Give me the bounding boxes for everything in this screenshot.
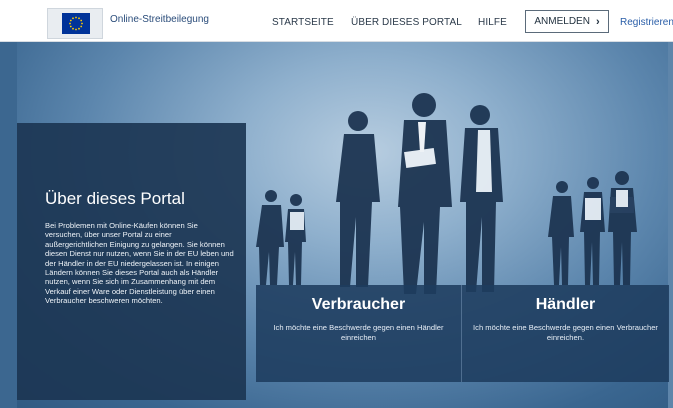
consumer-description: Ich möchte eine Beschwerde gegen einen H…	[273, 323, 444, 342]
eu-logo[interactable]	[47, 8, 103, 39]
top-header: Online-Streitbeilegung STARTSEITE ÜBER D…	[0, 0, 673, 42]
page: Online-Streitbeilegung STARTSEITE ÜBER D…	[0, 0, 673, 408]
about-title: Über dieses Portal	[45, 189, 185, 208]
register-link[interactable]: Registrieren	[620, 17, 673, 28]
nav-about-portal[interactable]: ÜBER DIESES PORTAL	[351, 17, 462, 28]
login-label: ANMELDEN	[534, 16, 590, 27]
eu-flag-icon	[62, 13, 90, 34]
consumer-title: Verbraucher	[311, 296, 406, 313]
about-portal-panel: Über dieses Portal Bei Problemen mit Onl…	[17, 123, 246, 400]
trader-title: Händler	[535, 296, 596, 313]
trader-description: Ich möchte eine Beschwerde gegen einen V…	[473, 323, 658, 342]
chevron-right-icon: ›	[595, 15, 600, 28]
nav-home[interactable]: STARTSEITE	[272, 17, 334, 28]
consumer-option[interactable]: Verbraucher Ich möchte eine Beschwerde g…	[256, 285, 461, 382]
site-name[interactable]: Online-Streitbeilegung	[110, 14, 209, 25]
about-text: Bei Problemen mit Online-Käufen können S…	[45, 221, 234, 306]
nav-help[interactable]: HILFE	[478, 17, 507, 28]
trader-option[interactable]: Händler Ich möchte eine Beschwerde gegen…	[461, 285, 669, 382]
login-button[interactable]: ANMELDEN ›	[525, 10, 609, 33]
